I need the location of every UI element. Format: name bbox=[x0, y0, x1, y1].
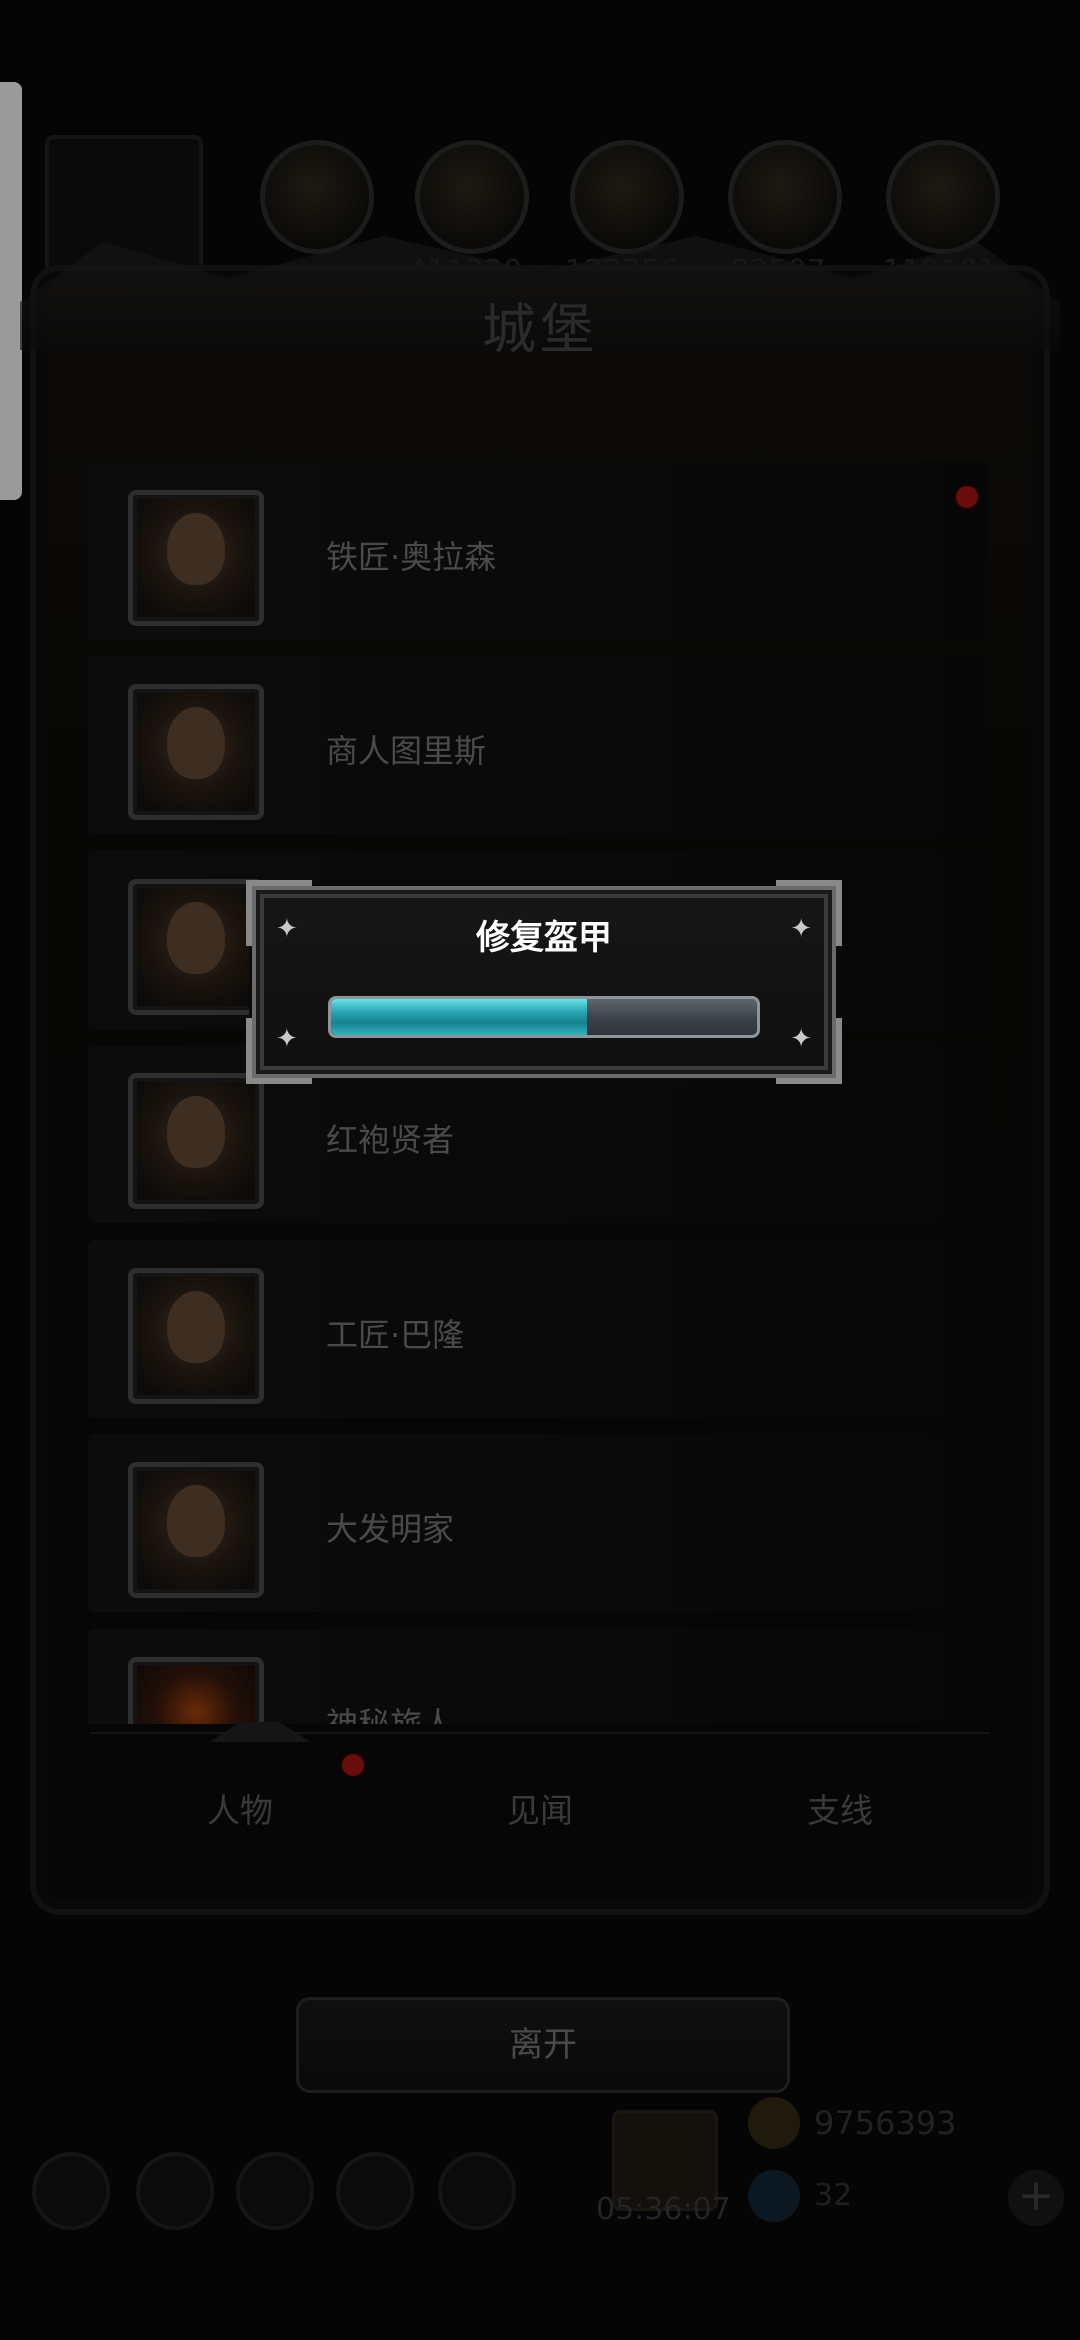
resource-bar: 411220 122356 82507 119101 bbox=[40, 130, 1040, 293]
tab-characters[interactable]: 人物 bbox=[90, 1784, 390, 1832]
tab-side-quests[interactable]: 支线 bbox=[690, 1784, 990, 1832]
gold-value: 9756393 bbox=[814, 2104, 957, 2142]
tab-bar: 人物 见闻 支线 bbox=[90, 1722, 990, 1884]
character-name: 红袍贤者 bbox=[326, 1121, 455, 1159]
notification-dot bbox=[342, 1754, 364, 1776]
progress-bar bbox=[328, 996, 760, 1038]
skills-icon[interactable] bbox=[136, 2152, 214, 2230]
list-item[interactable]: 大发明家 bbox=[88, 1434, 988, 1612]
list-item[interactable]: 工匠·巴隆 bbox=[88, 1240, 988, 1418]
progress-bar-fill bbox=[331, 999, 587, 1035]
character-portrait bbox=[128, 1657, 264, 1724]
panel-title: 城堡 bbox=[482, 298, 598, 361]
gem-icon bbox=[748, 2170, 800, 2222]
character-portrait bbox=[128, 684, 264, 820]
wood-icon bbox=[415, 140, 529, 254]
character-portrait bbox=[128, 879, 264, 1015]
character-name: 大发明家 bbox=[326, 1510, 455, 1548]
notification-dot bbox=[956, 486, 978, 508]
crystal-icon bbox=[728, 140, 842, 254]
leave-button[interactable]: 离开 bbox=[296, 1997, 790, 2093]
sparkle-icon: ✦ bbox=[790, 1024, 812, 1054]
character-name: 商人图里斯 bbox=[326, 732, 487, 770]
list-item[interactable]: 神秘旅人 bbox=[88, 1629, 988, 1724]
settings-icon[interactable] bbox=[438, 2152, 516, 2230]
food-icon bbox=[260, 140, 374, 254]
stone-icon bbox=[886, 140, 1000, 254]
add-currency-button[interactable]: + bbox=[1008, 2170, 1064, 2226]
gold-coin-icon bbox=[748, 2097, 800, 2149]
character-portrait bbox=[128, 1073, 264, 1209]
character-name: 神秘旅人 bbox=[326, 1705, 455, 1724]
sparkle-icon: ✦ bbox=[276, 1024, 298, 1054]
character-portrait bbox=[128, 1462, 264, 1598]
character-name: 铁匠·奥拉森 bbox=[326, 538, 497, 576]
gem-value: 32 bbox=[814, 2178, 853, 2213]
chest-timer: 05:36:07 bbox=[596, 2192, 731, 2227]
repair-progress-dialog: ✦ ✦ ✦ ✦ 修复盔甲 bbox=[246, 880, 842, 1084]
list-item[interactable]: 铁匠·奥拉森 bbox=[88, 462, 988, 640]
character-list[interactable]: 铁匠·奥拉森 商人图里斯 红袍贤者 工匠·巴隆 大发明家 神秘旅人 bbox=[88, 462, 988, 1724]
tab-stories[interactable]: 见闻 bbox=[390, 1784, 690, 1832]
menu-icon[interactable] bbox=[32, 2152, 110, 2230]
character-portrait bbox=[128, 1268, 264, 1404]
battle-icon[interactable] bbox=[236, 2152, 314, 2230]
quest-icon[interactable] bbox=[336, 2152, 414, 2230]
list-item[interactable]: 商人图里斯 bbox=[88, 656, 988, 834]
character-name: 工匠·巴隆 bbox=[326, 1316, 465, 1354]
character-portrait bbox=[128, 490, 264, 626]
dialog-title: 修复盔甲 bbox=[476, 918, 612, 958]
iron-icon bbox=[570, 140, 684, 254]
game-screen: 411220 122356 82507 119101 城堡 铁匠·奥拉森 商人图… bbox=[0, 0, 1080, 2340]
